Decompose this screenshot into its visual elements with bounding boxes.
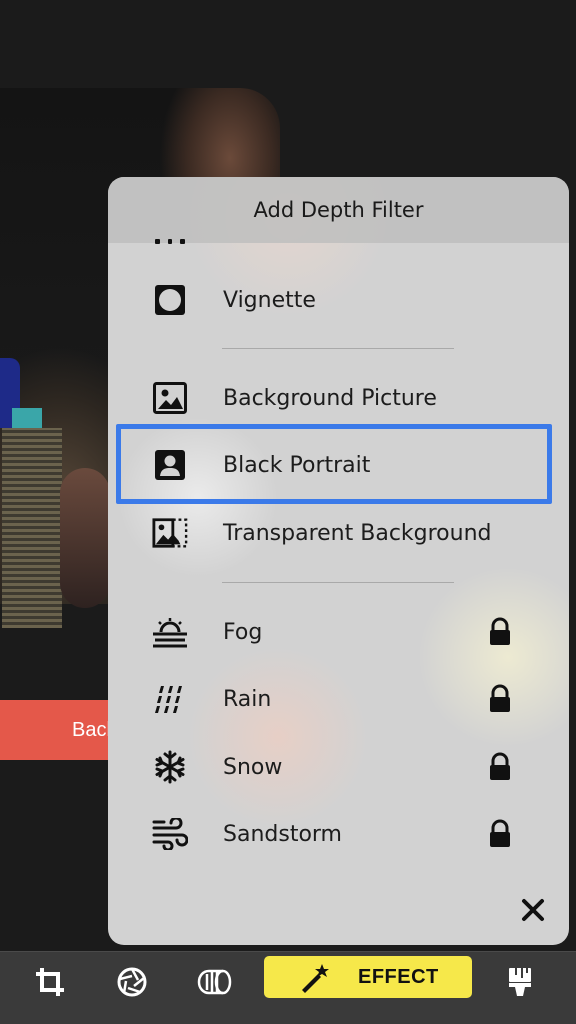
partial-icon: [155, 239, 186, 249]
popover-title: Add Depth Filter: [108, 177, 569, 243]
vignette-icon: [152, 282, 188, 318]
lock-icon: [488, 819, 512, 849]
filter-item-rain[interactable]: Rain: [108, 667, 569, 731]
lock-icon: [488, 752, 512, 782]
filter-item-label: Vignette: [223, 287, 316, 313]
aperture-icon[interactable]: [112, 960, 152, 1004]
rain-icon: [152, 681, 188, 717]
transparent-bg-icon: [152, 515, 188, 551]
filter-item-label: Background Picture: [223, 385, 437, 411]
filter-item-vignette[interactable]: Vignette: [108, 268, 569, 332]
close-icon[interactable]: [518, 895, 548, 925]
filter-item-label: Fog: [223, 619, 263, 645]
filter-item-background-picture[interactable]: Background Picture: [108, 366, 569, 430]
divider: [222, 582, 454, 583]
photo-detail: [12, 408, 42, 428]
crop-icon[interactable]: [30, 960, 70, 1004]
fog-icon: [152, 614, 188, 650]
magic-wand-icon: [300, 962, 332, 994]
snow-icon: [152, 749, 188, 785]
brush-icon[interactable]: [500, 960, 540, 1004]
divider: [222, 348, 454, 349]
filter-item-label: Transparent Background: [223, 520, 492, 546]
filter-item-label: Rain: [223, 686, 272, 712]
effect-label: EFFECT: [358, 965, 439, 988]
filter-item-sandstorm[interactable]: Sandstorm: [108, 802, 569, 866]
picture-icon: [152, 380, 188, 416]
selection-highlight: [116, 424, 552, 504]
photo-detail: [2, 428, 62, 628]
bottom-toolbar: EFFECT: [0, 951, 576, 1024]
effect-button[interactable]: EFFECT: [264, 956, 472, 998]
sandstorm-icon: [152, 816, 188, 852]
filter-item-label: Sandstorm: [223, 821, 342, 847]
depth-filter-popover: Add Depth Filter Vignette Background Pic…: [108, 177, 569, 945]
filter-item-fog[interactable]: Fog: [108, 600, 569, 664]
lock-icon: [488, 617, 512, 647]
lock-icon: [488, 684, 512, 714]
filter-item-snow[interactable]: Snow: [108, 735, 569, 799]
filter-item-label: Snow: [223, 754, 283, 780]
photo-detail: [60, 468, 110, 608]
filter-item-transparent-background[interactable]: Transparent Background: [108, 501, 569, 565]
lens-icon[interactable]: [194, 960, 234, 1004]
